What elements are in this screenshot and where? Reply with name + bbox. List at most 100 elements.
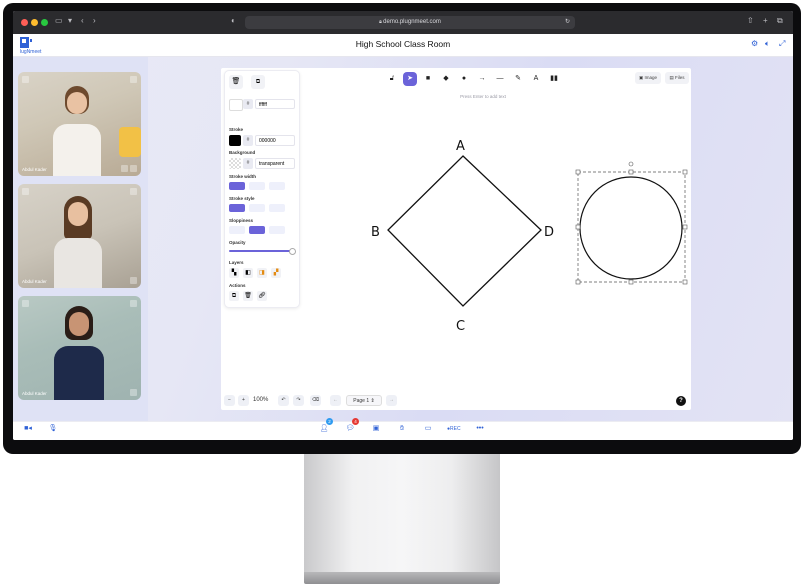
zoom-level[interactable]: 100% [253, 397, 268, 403]
selection-box [577, 171, 686, 283]
page-select[interactable]: Page 1 ⇕ [346, 395, 382, 406]
drawing-toolbar: 🔓︎ ➤ ■ ◆ ● → — ✎ A ▮▮ [385, 72, 565, 90]
more-options-icon[interactable]: ••• [474, 423, 486, 435]
fill-color-input[interactable]: ffffff [255, 99, 295, 109]
stroke-width-extra-bold-button[interactable] [269, 182, 285, 190]
chevron-updown-icon: ⇕ [370, 398, 375, 404]
settings-icon[interactable]: ⚙ [751, 39, 758, 48]
library-icon[interactable]: ▮▮ [547, 72, 561, 86]
participant-body [53, 124, 101, 176]
files-label: Files [675, 75, 685, 80]
previous-page-icon[interactable]: ← [330, 395, 341, 406]
diamond-tool-icon[interactable]: ◆ [439, 72, 453, 86]
pin-icon[interactable] [22, 76, 29, 83]
sloppiness-architect-button[interactable] [229, 226, 245, 234]
opacity-slider[interactable] [229, 250, 291, 252]
background-label: Background [229, 150, 256, 155]
stroke-width-thin-button[interactable] [229, 182, 245, 190]
bring-to-front-icon[interactable]: ▞ [271, 268, 281, 278]
whiteboard-icon[interactable]: ✋︎ [396, 423, 408, 435]
svg-text:lugNmeet: lugNmeet [20, 49, 42, 54]
background-color-input[interactable]: transparent [255, 158, 295, 169]
trash-icon[interactable]: 🗑︎ [229, 75, 243, 89]
sloppiness-artist-button[interactable] [249, 226, 265, 234]
bring-forward-icon[interactable]: ◨ [257, 268, 267, 278]
mic-icon [130, 389, 137, 396]
recording-icon[interactable]: ●REC [447, 423, 461, 435]
diamond-shape [387, 155, 542, 307]
video-tile[interactable]: Abdul Kader [18, 296, 141, 400]
sloppiness-label: Sloppiness [229, 218, 254, 223]
reload-icon[interactable]: ↻ [565, 16, 570, 29]
zoom-out-button[interactable]: − [224, 395, 235, 406]
fullscreen-icon[interactable]: ⤢ [779, 39, 785, 49]
select-tool-icon[interactable]: ➤ [403, 72, 417, 86]
files-button[interactable]: ▤ Files [665, 72, 689, 84]
shield-icon[interactable]: ◐ [231, 16, 236, 25]
screen-share-icon[interactable]: ▣ [370, 423, 382, 435]
stroke-style-dashed-button[interactable] [249, 204, 265, 212]
rectangle-tool-icon[interactable]: ■ [421, 72, 435, 86]
send-to-back-icon[interactable]: ▚ [229, 268, 239, 278]
text-tool-icon[interactable]: A [529, 72, 543, 86]
monitor-icon[interactable]: ▭ [422, 423, 434, 435]
pin-icon[interactable] [22, 300, 29, 307]
room-title: High School Class Room [355, 39, 451, 49]
ellipse-shape [579, 176, 683, 280]
pencil-tool-icon[interactable]: ✎ [511, 72, 525, 86]
send-backward-icon[interactable]: ◧ [243, 268, 253, 278]
expand-icon[interactable] [130, 76, 137, 83]
background-swatch[interactable] [229, 158, 241, 169]
eraser-icon[interactable]: ⌫ [310, 395, 321, 406]
undo-icon[interactable]: ↶ [278, 395, 289, 406]
stroke-swatch[interactable] [229, 135, 241, 146]
new-tab-icon[interactable]: + [763, 16, 768, 25]
sloppiness-cartoonist-button[interactable] [269, 226, 285, 234]
copy-icon[interactable]: ⧉ [229, 291, 239, 301]
share-icon[interactable]: ⇧ [747, 16, 754, 25]
expand-icon[interactable] [130, 300, 137, 307]
pin-icon[interactable] [22, 188, 29, 195]
link-icon[interactable]: 🔗︎ [257, 291, 267, 301]
forward-icon[interactable]: › [93, 16, 96, 25]
camera-icon[interactable]: ■◂ [22, 423, 34, 435]
microphone-icon[interactable]: 🎙︎ [47, 423, 59, 435]
address-bar[interactable]: 🔒︎ demo.plugnmeet.com ↻ [245, 16, 575, 29]
stroke-style-dotted-button[interactable] [269, 204, 285, 212]
speaker-icon[interactable]: 🔈︎ [765, 39, 770, 49]
tabs-overview-icon[interactable]: ⧉ [777, 16, 783, 26]
mic-icon [130, 277, 137, 284]
video-tile[interactable]: Abdul Kader [18, 72, 141, 176]
minimize-window-button[interactable] [31, 19, 38, 26]
video-tile[interactable]: Abdul Kader [18, 184, 141, 288]
opacity-slider-thumb[interactable] [289, 248, 296, 255]
zoom-in-button[interactable]: + [238, 395, 249, 406]
label-b: B [371, 225, 380, 240]
sofa-cushion [119, 127, 141, 157]
line-tool-icon[interactable]: — [493, 72, 507, 86]
ellipse-tool-icon[interactable]: ● [457, 72, 471, 86]
chevron-down-icon[interactable]: ▾ [68, 16, 72, 25]
delete-icon[interactable]: 🗑︎ [243, 291, 253, 301]
image-button[interactable]: ▣ Image [635, 72, 661, 84]
maximize-window-button[interactable] [41, 19, 48, 26]
next-page-icon[interactable]: → [386, 395, 397, 406]
hash-badge: # [243, 99, 253, 109]
redo-icon[interactable]: ↷ [293, 395, 304, 406]
stroke-style-solid-button[interactable] [229, 204, 245, 212]
stroke-width-bold-button[interactable] [249, 182, 265, 190]
lock-icon[interactable]: 🔓︎ [385, 72, 399, 86]
arrow-tool-icon[interactable]: → [475, 72, 489, 86]
monitor-stand [304, 454, 500, 572]
help-button[interactable]: ? [676, 396, 686, 406]
close-window-button[interactable] [21, 19, 28, 26]
duplicate-icon[interactable]: ⧉ [251, 75, 265, 89]
expand-icon[interactable] [130, 188, 137, 195]
image-label: Image [644, 75, 658, 80]
participant-name: Abdul Kader [22, 279, 47, 284]
fill-swatch[interactable] [229, 99, 243, 111]
stroke-style-label: Stroke style [229, 196, 255, 201]
sidebar-toggle-icon[interactable]: ▭ [55, 16, 63, 25]
back-icon[interactable]: ‹ [81, 16, 84, 25]
stroke-color-input[interactable]: 000000 [255, 135, 295, 146]
